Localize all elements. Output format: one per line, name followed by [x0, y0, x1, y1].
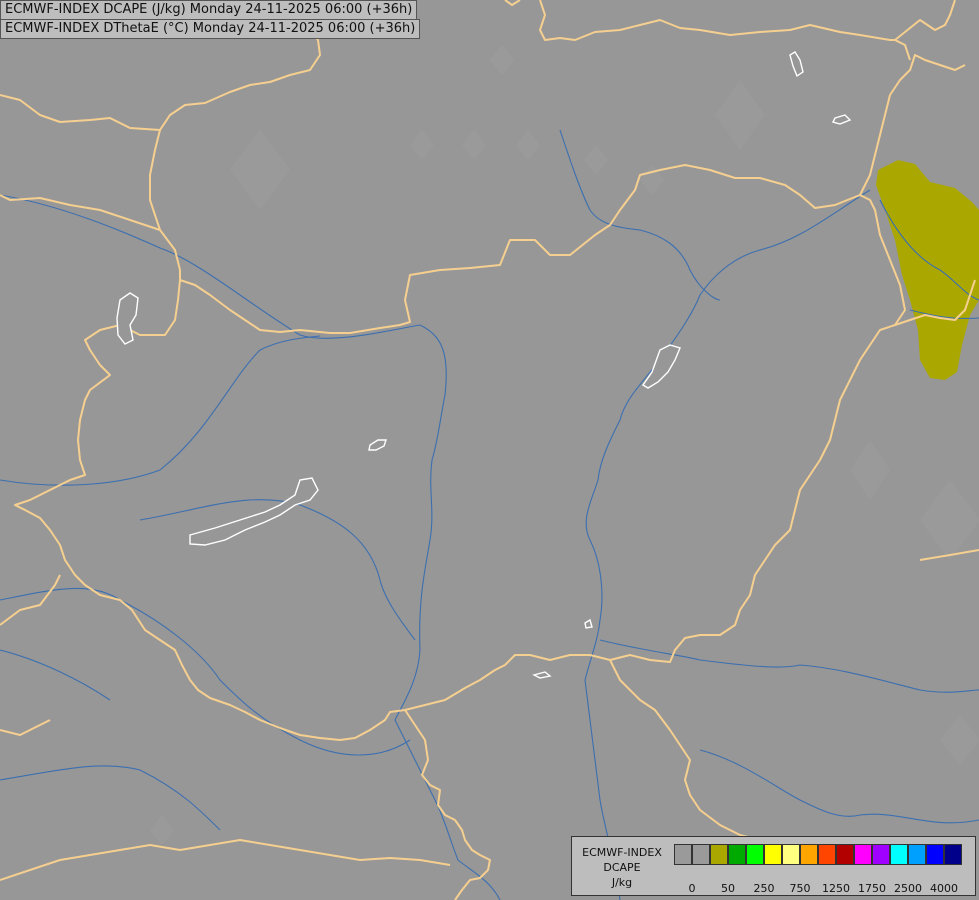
legend-title-line-2: DCAPE — [603, 861, 641, 874]
dcape-area — [876, 160, 979, 380]
legend-tick-label: 1750 — [858, 882, 886, 895]
legend-swatch — [836, 844, 854, 865]
lake-velence — [368, 439, 387, 451]
legend-swatch — [764, 844, 782, 865]
lake-balaton — [189, 477, 319, 546]
legend-swatch — [890, 844, 908, 865]
country-borders — [0, 0, 979, 900]
legend-swatch — [674, 844, 692, 865]
legend-tick-label: 4000 — [930, 882, 958, 895]
legend-tick-label: 2500 — [894, 882, 922, 895]
legend-swatch — [782, 844, 800, 865]
legend-swatch — [710, 844, 728, 865]
legend-swatch — [728, 844, 746, 865]
color-legend: ECMWF-INDEX DCAPE J/kg 0 50 250 750 1250 1750… — [571, 836, 976, 896]
legend-tick-label: 1250 — [822, 882, 850, 895]
legend-swatch — [854, 844, 872, 865]
legend-swatch — [872, 844, 890, 865]
legend-swatch — [926, 844, 944, 865]
legend-title-line-3: J/kg — [611, 876, 633, 889]
legend-swatch — [908, 844, 926, 865]
legend-swatch — [692, 844, 710, 865]
map-title-dthetae: ECMWF-INDEX DThetaE (°C) Monday 24-11-20… — [0, 19, 421, 39]
legend-tick-label: 750 — [789, 882, 811, 895]
lake-neusiedl — [116, 292, 139, 345]
legend-tick-label: 250 — [753, 882, 775, 895]
lake-small-1 — [789, 51, 804, 78]
lake-small-4 — [532, 671, 552, 679]
legend-title: ECMWF-INDEX DCAPE J/kg — [578, 845, 666, 890]
map-title-dcape: ECMWF-INDEX DCAPE (J/kg) Monday 24-11-20… — [0, 0, 418, 20]
map-title-box: ECMWF-INDEX DCAPE (J/kg) Monday 24-11-20… — [0, 0, 421, 39]
lake-small-3 — [584, 618, 593, 629]
legend-tick-label: 0 — [688, 882, 696, 895]
legend-swatch — [746, 844, 764, 865]
legend-title-line-1: ECMWF-INDEX — [582, 846, 662, 859]
lake-small-2 — [831, 114, 852, 125]
rivers — [0, 129, 979, 900]
legend-swatch — [944, 844, 962, 865]
weather-map — [0, 0, 979, 900]
legend-swatch — [800, 844, 818, 865]
lake-tisza — [641, 344, 681, 389]
legend-tick-label: 50 — [721, 882, 735, 895]
legend-swatch — [818, 844, 836, 865]
